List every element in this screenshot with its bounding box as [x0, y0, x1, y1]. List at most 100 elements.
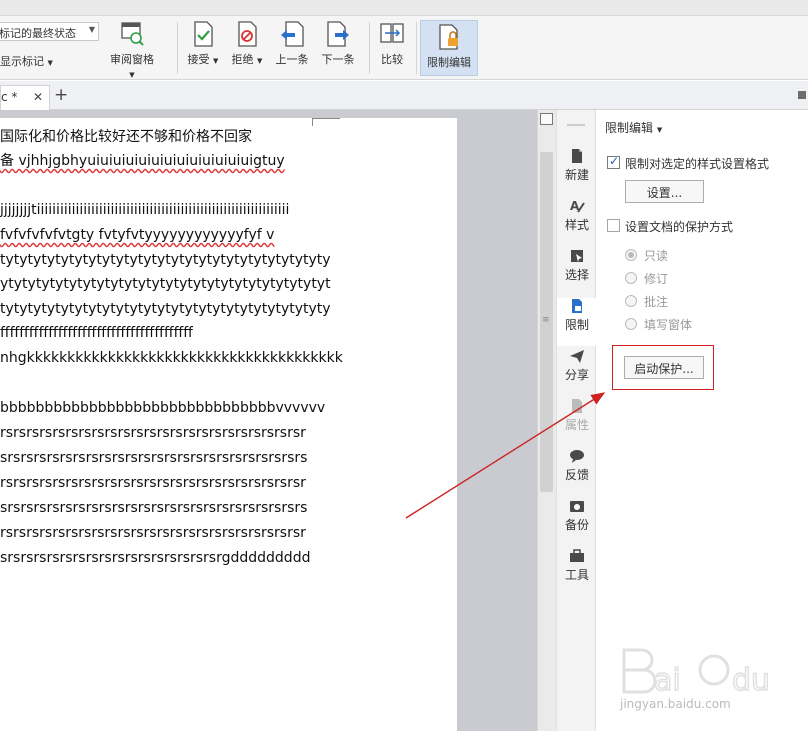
document-tab-label: c * [1, 90, 18, 104]
style-icon: A [569, 198, 585, 214]
compare-label: 比较 [381, 53, 403, 66]
document-page[interactable]: 国际化和价格比较好还不够和价格不回家备 vjhhjgbhyuiuiuiuiuiu… [0, 118, 457, 731]
restrict-editing-button[interactable]: 限制编辑 [420, 20, 478, 76]
tools-icon [569, 548, 585, 564]
document-text-line: srsrsrsrsrsrsrsrsrsrsrsrsrsrsrsrsrsrsrsr… [0, 500, 308, 516]
radio-comments-label: 批注 [644, 295, 669, 309]
new-doc-icon [569, 148, 585, 164]
accept-label: 接受 [187, 53, 210, 66]
review-pane-label: 审阅窗格 [110, 53, 154, 66]
select-icon [569, 248, 585, 264]
chevron-down-icon: ▼ [129, 71, 135, 79]
rail-item-style[interactable]: A 样式 [557, 198, 597, 246]
radio-fill-forms-label: 填写窗体 [644, 318, 693, 332]
review-pane-icon [119, 20, 145, 48]
share-icon [569, 348, 585, 364]
rail-item-share[interactable]: 分享 [557, 348, 597, 396]
rail-item-label: 新建 [564, 168, 589, 182]
show-markup-button[interactable]: 显示标记 ▼ [0, 53, 53, 69]
format-restrict-checkbox[interactable] [607, 154, 620, 169]
radio-revisions-label: 修订 [644, 272, 669, 286]
divider [177, 22, 178, 74]
document-text-line: srsrsrsrsrsrsrsrsrsrsrsrsrsrsrsrsrsrsrsr… [0, 450, 308, 466]
document-text-line: 备 vjhhjgbhyuiuiuiuiuiuiuiuiuiuiuiuiuigtu… [0, 153, 285, 169]
accept-button[interactable]: 接受 ▼ [184, 20, 222, 67]
corner-icon [798, 91, 806, 99]
vertical-scrollbar[interactable]: ≡ [537, 110, 556, 731]
previous-arrow-icon [279, 20, 305, 48]
properties-icon [569, 398, 585, 414]
rail-item-feedback[interactable]: 反馈 [557, 448, 597, 496]
reject-icon [234, 20, 260, 48]
document-canvas: 国际化和价格比较好还不够和价格不回家备 vjhhjgbhyuiuiuiuiuiu… [0, 110, 537, 731]
rail-item-backup[interactable]: 备份 [557, 498, 597, 546]
split-view-icon[interactable] [540, 113, 553, 125]
radio-readonly[interactable] [625, 249, 637, 261]
previous-change-button[interactable]: 上一条 [272, 20, 312, 67]
document-text-line: 国际化和价格比较好还不够和价格不回家 [0, 129, 252, 145]
chevron-down-icon: ▼ [213, 57, 219, 65]
feedback-icon [569, 448, 585, 464]
settings-button[interactable]: 设置... [625, 180, 704, 203]
document-tab[interactable]: c * ✕ [0, 85, 50, 110]
margin-corner-mark [312, 118, 340, 126]
restrict-editing-panel: 限制编辑 ▼ 限制对选定的样式设置格式 设置... 设置文档的保护方式 只读 修… [597, 110, 808, 731]
document-text-line: ytytytytytytytytytytytytytytytytytytytyt… [0, 276, 331, 292]
chevron-down-icon: ▼ [47, 59, 53, 67]
compare-button[interactable]: 比较 [376, 20, 408, 67]
new-tab-icon[interactable]: + [54, 85, 68, 105]
side-icon-rail: 新建 A 样式选择限制分享属性反馈备份 工具 [556, 110, 597, 731]
rail-item-label: 反馈 [564, 468, 589, 482]
lock-document-icon [436, 23, 462, 51]
rail-item-properties[interactable]: 属性 [557, 398, 597, 446]
next-change-button[interactable]: 下一条 [318, 20, 358, 67]
compare-icon [379, 20, 405, 48]
svg-text:du: du [732, 663, 770, 698]
protection-checkbox[interactable] [607, 219, 620, 232]
annotation-highlight-box [612, 345, 714, 390]
chevron-down-icon: ▼ [656, 126, 663, 134]
rail-item-select[interactable]: 选择 [557, 248, 597, 296]
rail-item-new-doc[interactable]: 新建 [557, 148, 597, 196]
reject-label: 拒绝 [231, 53, 254, 66]
review-pane-button[interactable]: 审阅窗格 ▼ [106, 20, 158, 80]
markup-state-dropdown[interactable]: 标记的最终状态 ▼ [0, 22, 99, 41]
rail-item-tools[interactable]: 工具 [557, 548, 597, 596]
chevron-down-icon: ▼ [257, 57, 263, 65]
divider [416, 22, 417, 74]
document-text-line: bbbbbbbbbbbbbbbbbbbbbbbbbbbbbbbvvvvvv [0, 400, 326, 416]
rail-item-label: 选择 [564, 268, 589, 282]
document-text-line: ffffffffffffffffffffffffffffffffffffffff [0, 325, 193, 341]
rail-item-restrict[interactable]: 限制 [557, 298, 597, 346]
document-text-line: jjjjjjjjtiiiiiiiiiiiiiiiiiiiiiiiiiiiiiii… [0, 202, 290, 218]
title-strip [0, 0, 808, 16]
panel-title[interactable]: 限制编辑 ▼ [605, 119, 662, 136]
rail-grip [567, 124, 585, 126]
format-restrict-label: 限制对选定的样式设置格式 [625, 157, 770, 171]
watermark-text: jingyan.baidu.com [620, 697, 731, 711]
protection-label: 设置文档的保护方式 [625, 220, 734, 234]
restrict-icon [569, 298, 585, 314]
close-icon[interactable]: ✕ [33, 90, 43, 104]
divider [369, 22, 370, 74]
reject-button[interactable]: 拒绝 ▼ [228, 20, 266, 67]
show-markup-label: 显示标记 [0, 55, 44, 68]
document-text-line: srsrsrsrsrsrsrsrsrsrsrsrsrsrsrsrsrgddddd… [0, 550, 311, 566]
document-text-line: rsrsrsrsrsrsrsrsrsrsrsrsrsrsrsrsrsrsrsrs… [0, 425, 306, 441]
document-text-line: rsrsrsrsrsrsrsrsrsrsrsrsrsrsrsrsrsrsrsrs… [0, 475, 306, 491]
chevron-down-icon: ▼ [88, 25, 95, 34]
rail-item-label: 限制 [564, 318, 589, 332]
previous-label: 上一条 [275, 53, 309, 66]
radio-fill-forms[interactable] [625, 318, 637, 330]
markup-state-value: 标记的最终状态 [0, 27, 76, 40]
rail-item-label: 分享 [564, 368, 589, 382]
document-text-line: tytytytytytytytytytytytytytytytytytytyty… [0, 301, 331, 317]
panel-title-text: 限制编辑 [605, 121, 654, 135]
next-arrow-icon [325, 20, 351, 48]
document-text-line: rsrsrsrsrsrsrsrsrsrsrsrsrsrsrsrsrsrsrsrs… [0, 525, 306, 541]
document-tab-bar: c * ✕ + [0, 81, 808, 110]
rail-item-label: 属性 [564, 418, 589, 432]
radio-revisions[interactable] [625, 272, 637, 284]
radio-comments[interactable] [625, 295, 637, 307]
restrict-editing-label: 限制编辑 [427, 56, 471, 69]
